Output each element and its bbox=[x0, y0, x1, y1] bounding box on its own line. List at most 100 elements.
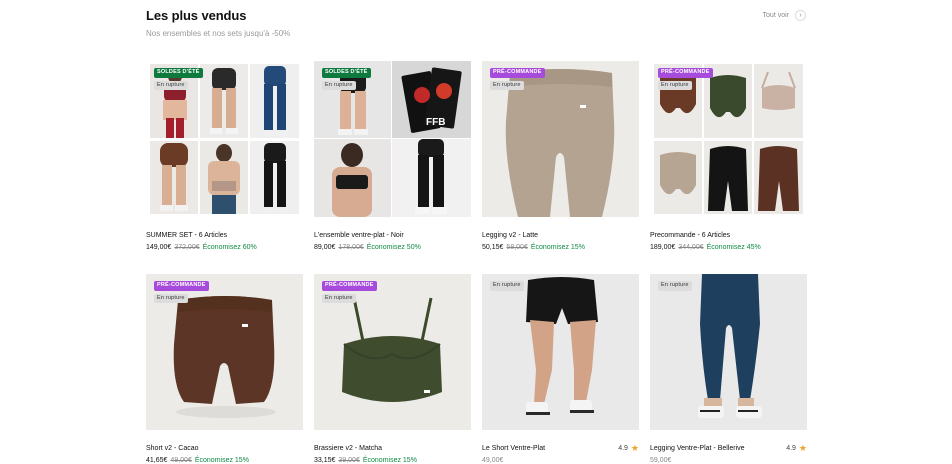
product-image[interactable]: En rupture bbox=[650, 274, 807, 430]
product-card[interactable]: En rupture Legging Ventre-Plat - Belleri… bbox=[650, 274, 807, 464]
product-photo bbox=[392, 139, 471, 217]
stock-badge: En rupture bbox=[322, 80, 356, 90]
product-image[interactable]: SOLDES D'ÉTÉ En rupture bbox=[146, 61, 303, 217]
product-image[interactable]: PRÉ-COMMANDE En rupture bbox=[314, 274, 471, 430]
product-card[interactable]: PRÉ-COMMANDE En rupture Legging v2 - Lat… bbox=[482, 61, 639, 252]
price-row: 149,00€ 372,00€ Économisez 60% bbox=[146, 243, 303, 252]
preorder-badge: PRÉ-COMMANDE bbox=[322, 281, 377, 291]
original-price: 178,00€ bbox=[338, 244, 364, 251]
badge-group: PRÉ-COMMANDE En rupture bbox=[154, 281, 209, 303]
stock-badge: En rupture bbox=[490, 80, 524, 90]
product-price: 33,15€ bbox=[314, 457, 336, 464]
product-photo bbox=[654, 141, 702, 214]
product-photo bbox=[754, 64, 803, 138]
product-price: 149,00€ bbox=[146, 244, 172, 251]
price-row: 41,65€ 49,00€ Économisez 15% bbox=[146, 456, 303, 464]
product-image[interactable]: PRÉ-COMMANDE En rupture bbox=[146, 274, 303, 430]
product-price: 49,00€ bbox=[482, 457, 504, 464]
see-all-label: Tout voir bbox=[762, 12, 789, 19]
price-row: 189,00€ 344,00€ Économisez 45% bbox=[650, 243, 807, 252]
product-photo bbox=[200, 64, 248, 138]
preorder-badge: PRÉ-COMMANDE bbox=[490, 68, 545, 78]
original-price: 372,00€ bbox=[174, 244, 200, 251]
chevron-right-icon[interactable]: › bbox=[795, 10, 806, 21]
stock-badge: En rupture bbox=[154, 80, 188, 90]
product-card[interactable]: En rupture Le Short Ventre-Plat 4.9 ★ 49… bbox=[482, 274, 639, 464]
book-label: FFB bbox=[426, 117, 446, 128]
product-image[interactable]: PRÉ-COMMANDE En rupture bbox=[482, 61, 639, 217]
badge-group: PRÉ-COMMANDE En rupture bbox=[658, 68, 713, 90]
rating: 4.9 ★ bbox=[786, 444, 807, 453]
product-name[interactable]: Legging v2 - Latte bbox=[482, 232, 538, 239]
savings-label: Économisez 60% bbox=[202, 244, 257, 251]
badge-group: SOLDES D'ÉTÉ En rupture bbox=[322, 68, 371, 90]
stock-badge: En rupture bbox=[154, 293, 188, 303]
product-card[interactable]: PRÉ-COMMANDE En rupture Precommande - 6 … bbox=[650, 61, 807, 252]
stock-badge: En rupture bbox=[658, 281, 692, 291]
product-photo bbox=[314, 139, 391, 217]
product-name[interactable]: SUMMER SET - 6 Articles bbox=[146, 232, 227, 239]
badge-group: SOLDES D'ÉTÉ En rupture bbox=[154, 68, 203, 90]
product-image[interactable]: PRÉ-COMMANDE En rupture bbox=[650, 61, 807, 217]
product-name-row: SUMMER SET - 6 Articles bbox=[146, 231, 303, 240]
product-photo bbox=[250, 64, 299, 138]
product-name[interactable]: Brassiere v2 - Matcha bbox=[314, 445, 382, 452]
star-icon: ★ bbox=[798, 443, 807, 453]
product-name[interactable]: Short v2 - Cacao bbox=[146, 445, 199, 452]
original-price: 344,00€ bbox=[678, 244, 704, 251]
sale-badge: SOLDES D'ÉTÉ bbox=[154, 68, 203, 78]
product-image[interactable]: FFB SOLDES D'ÉTÉ En rupture bbox=[314, 61, 471, 217]
savings-label: Économisez 15% bbox=[530, 244, 585, 251]
price-row: 50,15€ 58,00€ Économisez 15% bbox=[482, 243, 639, 252]
product-card[interactable]: FFB SOLDES D'ÉTÉ En rupture L'ensemble v… bbox=[314, 61, 471, 252]
product-photo bbox=[150, 141, 198, 214]
product-photo bbox=[250, 141, 299, 214]
savings-label: Économisez 50% bbox=[366, 244, 421, 251]
preorder-badge: PRÉ-COMMANDE bbox=[154, 281, 209, 291]
product-photo bbox=[754, 141, 803, 214]
original-price: 49,00€ bbox=[170, 457, 192, 464]
product-price: 89,00€ bbox=[314, 244, 336, 251]
product-photo bbox=[200, 141, 248, 214]
product-name[interactable]: Le Short Ventre-Plat bbox=[482, 445, 545, 452]
badge-group: En rupture bbox=[490, 281, 524, 291]
product-name[interactable]: L'ensemble ventre-plat - Noir bbox=[314, 232, 404, 239]
price-row: 59,00€ bbox=[650, 456, 807, 464]
product-price: 50,15€ bbox=[482, 244, 504, 251]
rating-value: 4.9 bbox=[618, 445, 628, 452]
product-name-row: Le Short Ventre-Plat 4.9 ★ bbox=[482, 444, 639, 453]
product-photo bbox=[526, 277, 598, 415]
rating-value: 4.9 bbox=[786, 445, 796, 452]
badge-group: PRÉ-COMMANDE En rupture bbox=[490, 68, 545, 90]
see-all-link[interactable]: Tout voir › bbox=[763, 10, 806, 21]
product-name-row: Legging v2 - Latte bbox=[482, 231, 639, 240]
product-price: 59,00€ bbox=[650, 457, 672, 464]
price-row: 33,15€ 39,00€ Économisez 15% bbox=[314, 456, 471, 464]
section-subtitle: Nos ensembles et nos sets jusqu'à -50% bbox=[146, 29, 291, 38]
preorder-badge: PRÉ-COMMANDE bbox=[658, 68, 713, 78]
product-photo: FFB bbox=[392, 61, 471, 138]
savings-label: Économisez 15% bbox=[362, 457, 417, 464]
product-image[interactable]: En rupture bbox=[482, 274, 639, 430]
product-name-row: Brassiere v2 - Matcha bbox=[314, 444, 471, 453]
product-name-row: Legging Ventre-Plat - Bellerive 4.9 ★ bbox=[650, 444, 807, 453]
product-name[interactable]: Legging Ventre-Plat - Bellerive bbox=[650, 445, 745, 452]
product-name-row: Short v2 - Cacao bbox=[146, 444, 303, 453]
section-title: Les plus vendus bbox=[146, 8, 247, 23]
product-photo bbox=[704, 141, 752, 214]
original-price: 39,00€ bbox=[338, 457, 360, 464]
stock-badge: En rupture bbox=[490, 281, 524, 291]
product-price: 189,00€ bbox=[650, 244, 676, 251]
product-name-row: L'ensemble ventre-plat - Noir bbox=[314, 231, 471, 240]
product-card[interactable]: PRÉ-COMMANDE En rupture Short v2 - Cacao… bbox=[146, 274, 303, 464]
product-card[interactable]: SOLDES D'ÉTÉ En rupture SUMMER SET - 6 A… bbox=[146, 61, 303, 252]
rating: 4.9 ★ bbox=[618, 444, 639, 453]
price-row: 89,00€ 178,00€ Économisez 50% bbox=[314, 243, 471, 252]
product-name[interactable]: Precommande - 6 Articles bbox=[650, 232, 730, 239]
product-card[interactable]: PRÉ-COMMANDE En rupture Brassiere v2 - M… bbox=[314, 274, 471, 464]
product-price: 41,65€ bbox=[146, 457, 168, 464]
savings-label: Économisez 45% bbox=[706, 244, 761, 251]
badge-group: En rupture bbox=[658, 281, 692, 291]
savings-label: Économisez 15% bbox=[194, 457, 249, 464]
price-row: 49,00€ bbox=[482, 456, 639, 464]
